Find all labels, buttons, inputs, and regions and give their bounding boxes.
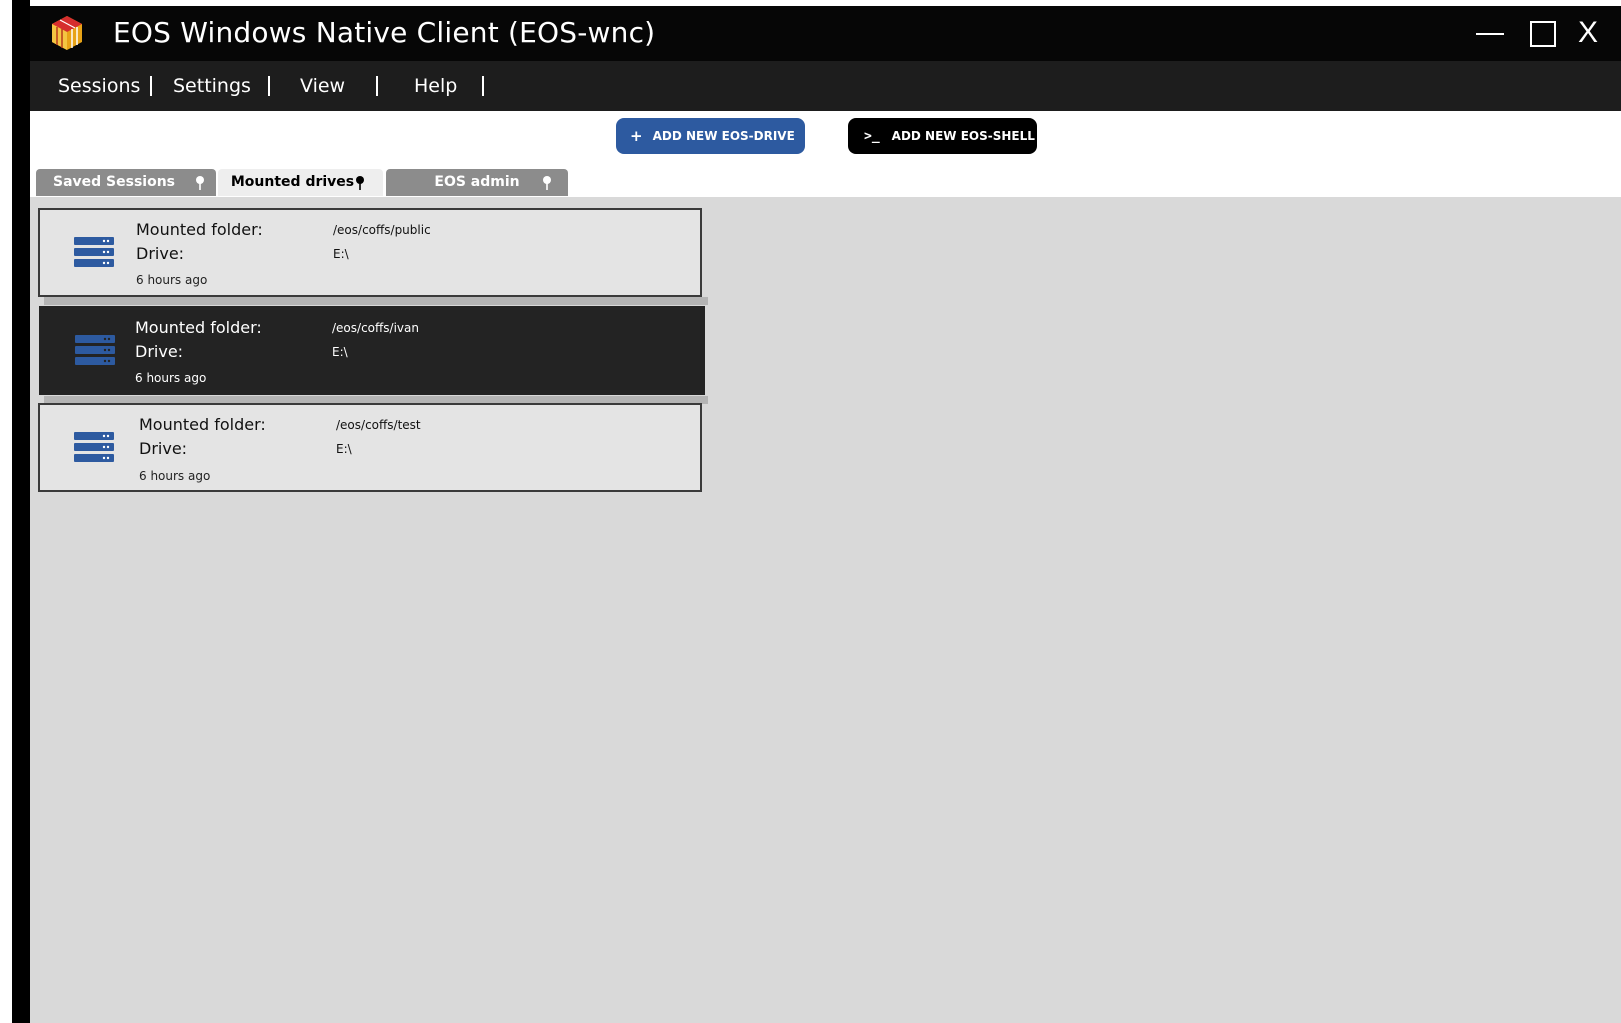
card-divider (44, 297, 708, 305)
menu-separator (482, 76, 484, 96)
eos-cube-logo-icon (52, 16, 82, 50)
mount-time: 6 hours ago (139, 469, 211, 483)
menu-separator (376, 76, 378, 96)
add-eos-drive-label: ADD NEW EOS-DRIVE (652, 129, 795, 143)
tab-eos-admin[interactable]: EOS admin (386, 169, 568, 196)
drive-letter-value: E:\ (332, 345, 348, 359)
mounted-folder-label: Mounted folder: (139, 415, 266, 434)
drive-letter-value: E:\ (336, 442, 352, 456)
add-eos-shell-button[interactable]: >_ ADD NEW EOS-SHELL (848, 118, 1037, 154)
menu-help[interactable]: Help (414, 75, 457, 97)
terminal-icon: >_ (864, 128, 880, 144)
mounted-folder-value: /eos/coffs/test (336, 418, 421, 432)
menu-sessions[interactable]: Sessions (58, 75, 140, 97)
close-button[interactable]: X (1578, 14, 1618, 52)
drive-label: Drive: (135, 342, 184, 361)
window-title: EOS Windows Native Client (EOS-wnc) (113, 16, 656, 49)
title-bar: EOS Windows Native Client (EOS-wnc) X (12, 6, 1621, 61)
main-content: + ADD NEW EOS-DRIVE >_ ADD NEW EOS-SHELL… (30, 111, 1621, 1023)
mount-time: 6 hours ago (136, 273, 208, 287)
mounted-folder-label: Mounted folder: (135, 318, 262, 337)
server-icon (74, 237, 114, 267)
server-icon (75, 335, 115, 365)
menu-settings[interactable]: Settings (173, 75, 251, 97)
tab-label: Mounted drives (230, 174, 355, 190)
add-eos-shell-label: ADD NEW EOS-SHELL (891, 129, 1035, 143)
menu-bar: Sessions Settings View Help (30, 61, 1621, 111)
mounted-drives-panel: Mounted folder: /eos/coffs/public Drive:… (30, 197, 1621, 1023)
pin-icon[interactable] (193, 175, 207, 191)
drive-card-selected[interactable]: Mounted folder: /eos/coffs/ivan Drive: E… (39, 306, 705, 395)
minimize-icon (1476, 33, 1504, 35)
menu-separator (268, 76, 270, 96)
mounted-folder-value: /eos/coffs/public (333, 223, 431, 237)
mounted-folder-label: Mounted folder: (136, 220, 263, 239)
maximize-button[interactable] (1526, 14, 1566, 52)
tab-saved-sessions[interactable]: Saved Sessions (36, 169, 216, 196)
tab-mounted-drives[interactable]: Mounted drives (218, 169, 383, 196)
menu-separator (150, 76, 152, 96)
server-icon (74, 432, 114, 462)
drive-card[interactable]: Mounted folder: /eos/coffs/test Drive: E… (38, 403, 702, 492)
drive-letter-value: E:\ (333, 247, 349, 261)
drive-label: Drive: (139, 439, 188, 458)
tab-label: Saved Sessions (52, 174, 175, 190)
minimize-button[interactable] (1472, 14, 1512, 52)
mount-time: 6 hours ago (135, 371, 207, 385)
tab-bar: Saved Sessions Mounted drives EOS admin (36, 169, 1036, 196)
maximize-icon (1530, 21, 1556, 47)
pin-icon[interactable] (540, 175, 554, 191)
drive-label: Drive: (136, 244, 185, 263)
menu-view[interactable]: View (300, 75, 345, 97)
pin-icon[interactable] (353, 175, 367, 191)
plus-icon: + (630, 127, 643, 145)
add-eos-drive-button[interactable]: + ADD NEW EOS-DRIVE (616, 118, 805, 154)
mounted-folder-value: /eos/coffs/ivan (332, 321, 419, 335)
drive-card[interactable]: Mounted folder: /eos/coffs/public Drive:… (38, 208, 702, 297)
window-left-border (12, 0, 30, 1023)
